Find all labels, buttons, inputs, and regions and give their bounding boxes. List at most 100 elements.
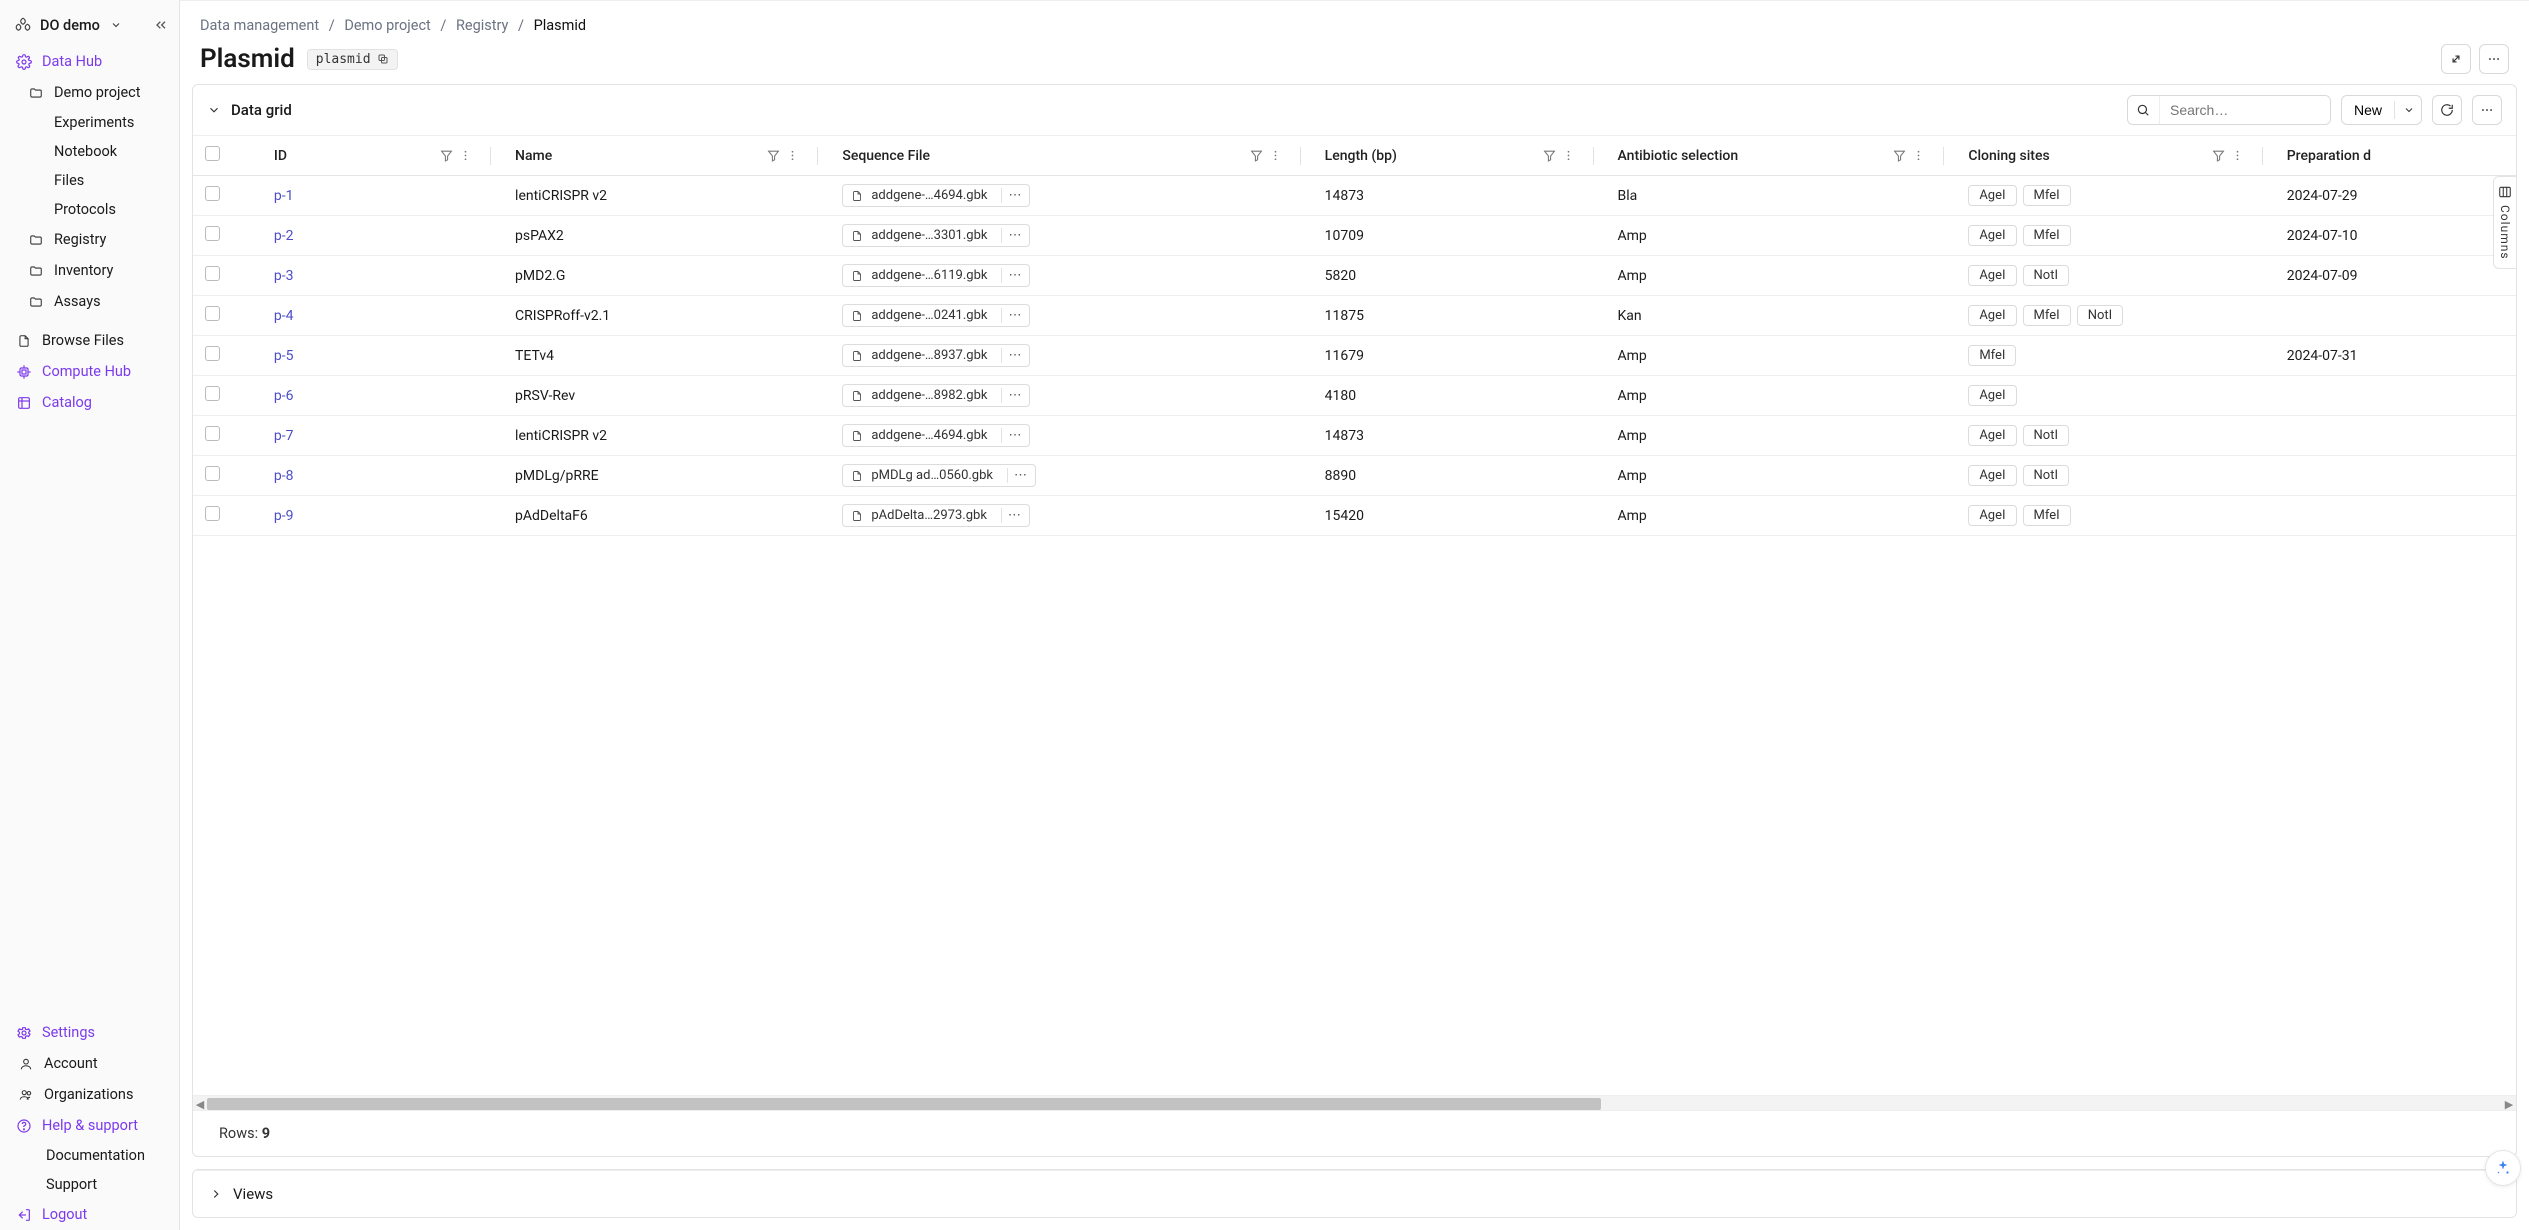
file-more-icon[interactable]: ⋯ — [1001, 388, 1021, 403]
sequence-file-chip[interactable]: addgene-…0241.gbk⋯ — [842, 304, 1030, 327]
nav-settings-label: Settings — [42, 1024, 95, 1041]
views-toggle[interactable]: Views — [193, 1170, 2516, 1217]
file-more-icon[interactable]: ⋯ — [1001, 508, 1021, 523]
col-name-label: Name — [515, 148, 552, 164]
filter-icon[interactable] — [1543, 149, 1556, 162]
file-more-icon[interactable]: ⋯ — [1001, 268, 1021, 283]
breadcrumb-registry[interactable]: Registry — [456, 17, 508, 34]
sequence-file-chip[interactable]: pAdDelta…2973.gbk⋯ — [842, 504, 1030, 527]
filter-icon[interactable] — [2212, 149, 2225, 162]
nav-documentation[interactable]: Documentation — [0, 1141, 179, 1170]
row-id-link[interactable]: p-5 — [274, 348, 294, 364]
sequence-file-chip[interactable]: addgene-…4694.gbk⋯ — [842, 184, 1030, 207]
kebab-icon[interactable] — [2231, 149, 2244, 162]
row-cloning-sites: AgeIMfeI — [1956, 496, 2274, 536]
search-box — [2127, 95, 2331, 125]
scroll-left-arrow[interactable]: ◀ — [193, 1096, 207, 1112]
row-id-link[interactable]: p-2 — [274, 228, 294, 244]
new-button[interactable]: New — [2341, 95, 2422, 125]
row-checkbox[interactable] — [205, 226, 220, 241]
nav-catalog[interactable]: Catalog — [0, 387, 179, 418]
kebab-icon[interactable] — [1269, 149, 1282, 162]
nav-inventory[interactable]: Inventory — [0, 255, 179, 286]
collapse-grid-icon[interactable] — [207, 103, 221, 117]
row-id-link[interactable]: p-9 — [274, 508, 294, 524]
refresh-button[interactable] — [2432, 95, 2462, 125]
nav-notebook[interactable]: Notebook — [0, 137, 179, 166]
filter-icon[interactable] — [1893, 149, 1906, 162]
row-checkbox[interactable] — [205, 346, 220, 361]
sequence-file-chip[interactable]: addgene-…3301.gbk⋯ — [842, 224, 1030, 247]
kebab-icon[interactable] — [1562, 149, 1575, 162]
cloning-site-tag: AgeI — [1968, 305, 2016, 326]
assistant-fab[interactable] — [2485, 1150, 2521, 1186]
row-id-link[interactable]: p-3 — [274, 268, 294, 284]
search-input[interactable] — [2160, 96, 2330, 124]
nav-experiments[interactable]: Experiments — [0, 108, 179, 137]
row-checkbox[interactable] — [205, 266, 220, 281]
file-more-icon[interactable]: ⋯ — [1007, 468, 1027, 483]
entity-code-chip[interactable]: plasmid — [307, 49, 398, 70]
row-length: 11679 — [1313, 336, 1606, 376]
expand-button[interactable] — [2441, 44, 2471, 74]
row-name: pMDLg/pRRE — [503, 456, 830, 496]
row-checkbox[interactable] — [205, 426, 220, 441]
horizontal-scrollbar[interactable]: ◀ ▶ — [193, 1095, 2516, 1111]
nav-support[interactable]: Support — [0, 1170, 179, 1199]
search-icon[interactable] — [2128, 96, 2160, 124]
filter-icon[interactable] — [1250, 149, 1263, 162]
select-all-checkbox[interactable] — [205, 146, 220, 161]
kebab-icon[interactable] — [459, 149, 472, 162]
row-name: lentiCRISPR v2 — [503, 176, 830, 216]
row-id-link[interactable]: p-1 — [274, 188, 294, 204]
nav-demo-project[interactable]: Demo project — [0, 77, 179, 108]
nav-protocols[interactable]: Protocols — [0, 195, 179, 224]
nav-browse-files[interactable]: Browse Files — [0, 325, 179, 356]
row-checkbox[interactable] — [205, 386, 220, 401]
more-button[interactable] — [2479, 44, 2509, 74]
breadcrumb-data-management[interactable]: Data management — [200, 17, 319, 34]
nav-compute-hub[interactable]: Compute Hub — [0, 356, 179, 387]
row-antibiotic: Amp — [1606, 416, 1957, 456]
kebab-icon[interactable] — [786, 149, 799, 162]
columns-side-tab[interactable]: Columns — [2493, 176, 2516, 269]
file-more-icon[interactable]: ⋯ — [1001, 348, 1021, 363]
sequence-file-chip[interactable]: addgene-…8982.gbk⋯ — [842, 384, 1030, 407]
nav-registry[interactable]: Registry — [0, 224, 179, 255]
file-more-icon[interactable]: ⋯ — [1001, 188, 1021, 203]
workspace-chevron-icon[interactable] — [110, 19, 122, 31]
sequence-file-chip[interactable]: pMDLg ad…0560.gbk⋯ — [842, 464, 1036, 487]
nav-files[interactable]: Files — [0, 166, 179, 195]
row-id-link[interactable]: p-4 — [274, 308, 294, 324]
row-cloning-sites: AgeIMfeINotI — [1956, 296, 2274, 336]
row-checkbox[interactable] — [205, 506, 220, 521]
row-checkbox[interactable] — [205, 186, 220, 201]
sidebar-collapse-icon[interactable] — [153, 17, 169, 33]
scroll-right-arrow[interactable]: ▶ — [2502, 1096, 2516, 1112]
sequence-file-chip[interactable]: addgene-…8937.gbk⋯ — [842, 344, 1030, 367]
grid-more-button[interactable] — [2472, 95, 2502, 125]
row-checkbox[interactable] — [205, 306, 220, 321]
scrollbar-thumb[interactable] — [207, 1098, 1601, 1110]
row-id-link[interactable]: p-8 — [274, 468, 294, 484]
filter-icon[interactable] — [440, 149, 453, 162]
file-more-icon[interactable]: ⋯ — [1001, 308, 1021, 323]
nav-settings[interactable]: Settings — [0, 1017, 179, 1048]
kebab-icon[interactable] — [1912, 149, 1925, 162]
nav-organizations[interactable]: Organizations — [0, 1079, 179, 1110]
nav-account[interactable]: Account — [0, 1048, 179, 1079]
nav-data-hub[interactable]: Data Hub — [0, 46, 179, 77]
filter-icon[interactable] — [767, 149, 780, 162]
file-more-icon[interactable]: ⋯ — [1001, 228, 1021, 243]
row-checkbox[interactable] — [205, 466, 220, 481]
sequence-file-chip[interactable]: addgene-…6119.gbk⋯ — [842, 264, 1030, 287]
breadcrumb-demo-project[interactable]: Demo project — [344, 17, 430, 34]
nav-help[interactable]: Help & support — [0, 1110, 179, 1141]
nav-logout[interactable]: Logout — [0, 1199, 179, 1230]
workspace-name[interactable]: DO demo — [40, 17, 100, 34]
file-more-icon[interactable]: ⋯ — [1001, 428, 1021, 443]
nav-assays[interactable]: Assays — [0, 286, 179, 317]
row-id-link[interactable]: p-7 — [274, 428, 294, 444]
sequence-file-chip[interactable]: addgene-…4694.gbk⋯ — [842, 424, 1030, 447]
row-id-link[interactable]: p-6 — [274, 388, 294, 404]
